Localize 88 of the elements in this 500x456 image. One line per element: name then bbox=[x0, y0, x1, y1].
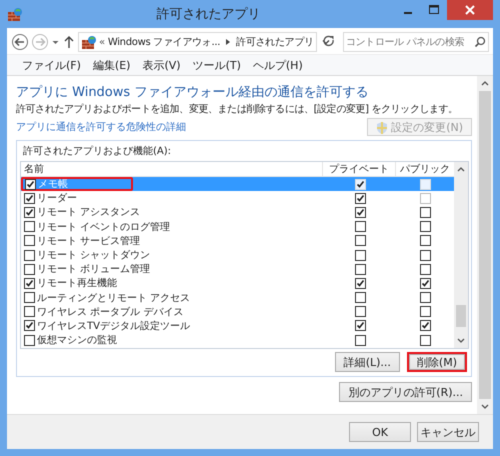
checkbox[interactable] bbox=[24, 206, 35, 218]
list-row[interactable]: ワイヤレス ポータブル デバイス bbox=[21, 304, 454, 319]
close-icon bbox=[465, 5, 475, 15]
details-link[interactable]: アプリに通信を許可する危険性の詳細 bbox=[16, 120, 186, 134]
breadcrumb[interactable]: Windows ファイアウォ... bbox=[108, 35, 220, 49]
checkbox[interactable] bbox=[24, 264, 35, 275]
checkbox[interactable] bbox=[24, 278, 35, 289]
checkbox[interactable] bbox=[24, 250, 35, 261]
app-name: リモート イベントのログ管理 bbox=[37, 220, 170, 234]
dialog-button[interactable]: 詳細(L)... bbox=[334, 352, 400, 372]
checkbox[interactable] bbox=[420, 292, 430, 304]
checkbox[interactable] bbox=[24, 306, 35, 318]
checkbox[interactable] bbox=[354, 306, 366, 318]
app-name: リモート再生機能 bbox=[37, 276, 117, 290]
column-header[interactable]: 名前 bbox=[21, 162, 322, 176]
menu-item[interactable]: ヘルプ(H) bbox=[248, 58, 308, 72]
search-field[interactable]: コントロール パネルの検索 bbox=[343, 32, 489, 52]
app-name: リモート シャットダウン bbox=[37, 249, 150, 262]
dialog-button[interactable]: OK bbox=[349, 422, 411, 442]
checkbox[interactable] bbox=[420, 206, 430, 218]
scroll-thumb[interactable] bbox=[479, 91, 491, 399]
checkbox[interactable] bbox=[354, 235, 366, 246]
close-button[interactable] bbox=[447, 0, 493, 20]
scroll-thumb[interactable] bbox=[456, 305, 466, 327]
allow-another-app-button[interactable]: 別のアプリの許可(R)... bbox=[339, 382, 472, 402]
menu-item[interactable]: ファイル(F) bbox=[17, 58, 86, 72]
app-name: リーダー bbox=[37, 192, 77, 206]
checkbox[interactable] bbox=[24, 235, 35, 246]
app-name: ワイヤレス ポータブル デバイス bbox=[37, 306, 184, 319]
checkbox[interactable] bbox=[354, 264, 366, 275]
app-name: ルーティングとリモート アクセス bbox=[37, 292, 190, 305]
checkbox[interactable] bbox=[24, 192, 35, 204]
search-icon bbox=[474, 36, 486, 48]
checkbox[interactable] bbox=[354, 221, 366, 232]
list-row[interactable]: リモート シャットダウン bbox=[21, 248, 454, 262]
checkbox[interactable] bbox=[354, 206, 366, 218]
list-row[interactable]: リーダー bbox=[21, 191, 454, 206]
shield-icon bbox=[376, 120, 388, 134]
checkbox[interactable] bbox=[420, 334, 430, 346]
page-heading: アプリに Windows ファイアウォール経由の通信を許可する bbox=[16, 85, 370, 101]
app-name: 仮想マシンの監視 bbox=[37, 334, 117, 348]
checkbox[interactable] bbox=[354, 192, 366, 204]
menu-item[interactable]: 編集(E) bbox=[88, 58, 136, 72]
column-header[interactable]: プライベート bbox=[322, 162, 395, 176]
scrollbar[interactable] bbox=[454, 162, 468, 348]
dialog-button[interactable]: 削除(M) bbox=[406, 352, 467, 372]
back-icon[interactable] bbox=[11, 33, 29, 51]
checkbox[interactable] bbox=[420, 221, 430, 232]
dialog-button[interactable]: キャンセル bbox=[417, 422, 479, 442]
checkbox[interactable] bbox=[354, 320, 366, 332]
group-label: 許可されたアプリおよび機能(A): bbox=[23, 145, 172, 158]
checkbox[interactable] bbox=[24, 221, 35, 232]
firewall-icon bbox=[7, 6, 22, 22]
breadcrumb[interactable]: 許可されたアプリ bbox=[236, 35, 314, 49]
list-row[interactable]: リモート サービス管理 bbox=[21, 234, 454, 248]
list-row[interactable]: 仮想マシンの監視 bbox=[21, 333, 454, 348]
app-name: リモート サービス管理 bbox=[37, 234, 140, 248]
checkbox[interactable] bbox=[420, 278, 430, 289]
app-name: ワイヤレスTVデジタル設定ツール bbox=[37, 320, 190, 333]
app-name: メモ帳 bbox=[38, 178, 68, 192]
list-row[interactable]: リモート再生機能 bbox=[21, 276, 454, 290]
checkbox[interactable] bbox=[354, 292, 366, 304]
scrollbar[interactable] bbox=[477, 76, 493, 414]
checkbox[interactable] bbox=[354, 278, 366, 289]
checkbox[interactable] bbox=[354, 334, 366, 346]
checkbox[interactable] bbox=[420, 264, 430, 275]
checkbox[interactable] bbox=[24, 292, 35, 304]
checkbox[interactable] bbox=[420, 306, 430, 318]
description-text: 許可されたアプリおよびポートを追加、変更、または削除するには、[設定の変更] をクリックします。 bbox=[16, 103, 458, 116]
app-name: リモート アシスタンス bbox=[37, 206, 140, 220]
list-row[interactable]: リモート イベントのログ管理 bbox=[21, 220, 454, 234]
app-name: リモート ボリューム管理 bbox=[37, 263, 150, 276]
checkbox[interactable] bbox=[420, 250, 430, 261]
list-row[interactable]: ルーティングとリモート アクセス bbox=[21, 290, 454, 305]
menu-item[interactable]: 表示(V) bbox=[137, 58, 186, 72]
firewall-icon bbox=[81, 34, 96, 50]
list-row[interactable]: リモート アシスタンス bbox=[21, 205, 454, 220]
list-row[interactable]: リモート ボリューム管理 bbox=[21, 262, 454, 276]
checkbox[interactable] bbox=[354, 250, 366, 261]
checkbox[interactable] bbox=[420, 320, 430, 332]
checkbox[interactable] bbox=[24, 334, 35, 346]
overflow-chevron[interactable]: « bbox=[99, 36, 105, 48]
checkbox[interactable] bbox=[24, 320, 35, 332]
menu-item[interactable]: ツール(T) bbox=[188, 58, 246, 72]
checkbox[interactable] bbox=[25, 178, 36, 190]
window-title: 許可されたアプリ bbox=[156, 6, 262, 23]
checkbox[interactable] bbox=[420, 235, 430, 246]
list-row[interactable]: ワイヤレスTVデジタル設定ツール bbox=[21, 318, 454, 334]
